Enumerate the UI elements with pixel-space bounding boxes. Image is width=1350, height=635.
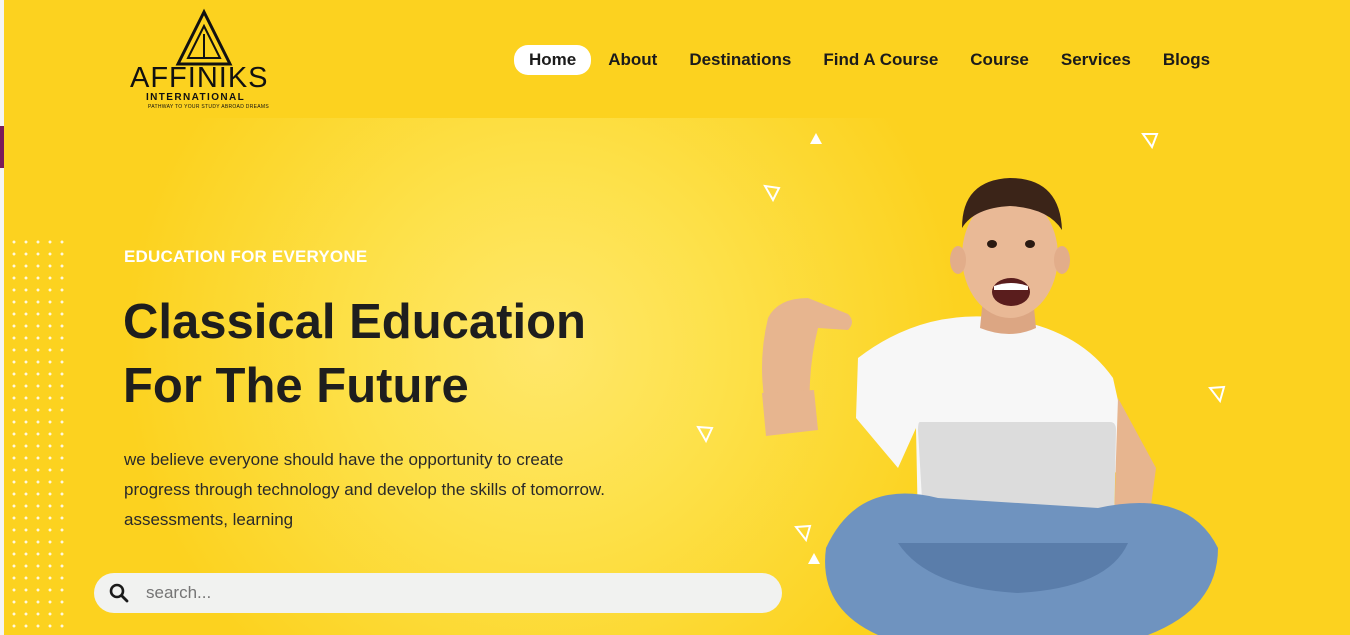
triangle-icon (810, 133, 822, 144)
nav-about[interactable]: About (593, 45, 672, 75)
headline-line-1: Classical Education (123, 295, 586, 349)
nav-find-a-course[interactable]: Find A Course (808, 45, 953, 75)
hero-description: we believe everyone should have the oppo… (124, 445, 664, 535)
triangle-outline-icon (1141, 133, 1159, 150)
desc-line-1: we believe everyone should have the oppo… (124, 450, 564, 469)
triangle-outline-icon (696, 425, 714, 444)
dot-pattern (8, 236, 72, 635)
logo-wordmark: AFFINIKS (130, 62, 269, 94)
nav-services[interactable]: Services (1046, 45, 1146, 75)
logo-subtitle: INTERNATIONAL (146, 92, 246, 103)
accent-strip (0, 126, 4, 168)
site-logo[interactable]: AFFINIKS INTERNATIONAL PATHWAY TO YOUR S… (128, 8, 288, 112)
nav-course[interactable]: Course (955, 45, 1044, 75)
desc-line-2: progress through technology and develop … (124, 480, 605, 499)
headline-line-2: For The Future (123, 359, 469, 413)
hero-eyebrow: EDUCATION FOR EVERYONE (124, 247, 368, 266)
logo-mark-icon (175, 8, 233, 66)
search-input[interactable] (144, 582, 748, 604)
nav-home[interactable]: Home (514, 45, 592, 75)
nav-destinations[interactable]: Destinations (674, 45, 806, 75)
desc-line-3: assessments, learning (124, 510, 294, 529)
page: AFFINIKS INTERNATIONAL PATHWAY TO YOUR S… (0, 0, 1350, 635)
search-bar[interactable] (94, 573, 782, 613)
main-nav: Home About Destinations Find A Course Co… (514, 45, 1227, 75)
search-icon[interactable] (106, 580, 132, 606)
hero-headline: Classical Education For The Future (123, 290, 586, 418)
hero-person-image (762, 178, 1218, 635)
logo-tagline: PATHWAY TO YOUR STUDY ABROAD DREAMS (148, 104, 269, 110)
nav-blogs[interactable]: Blogs (1148, 45, 1225, 75)
